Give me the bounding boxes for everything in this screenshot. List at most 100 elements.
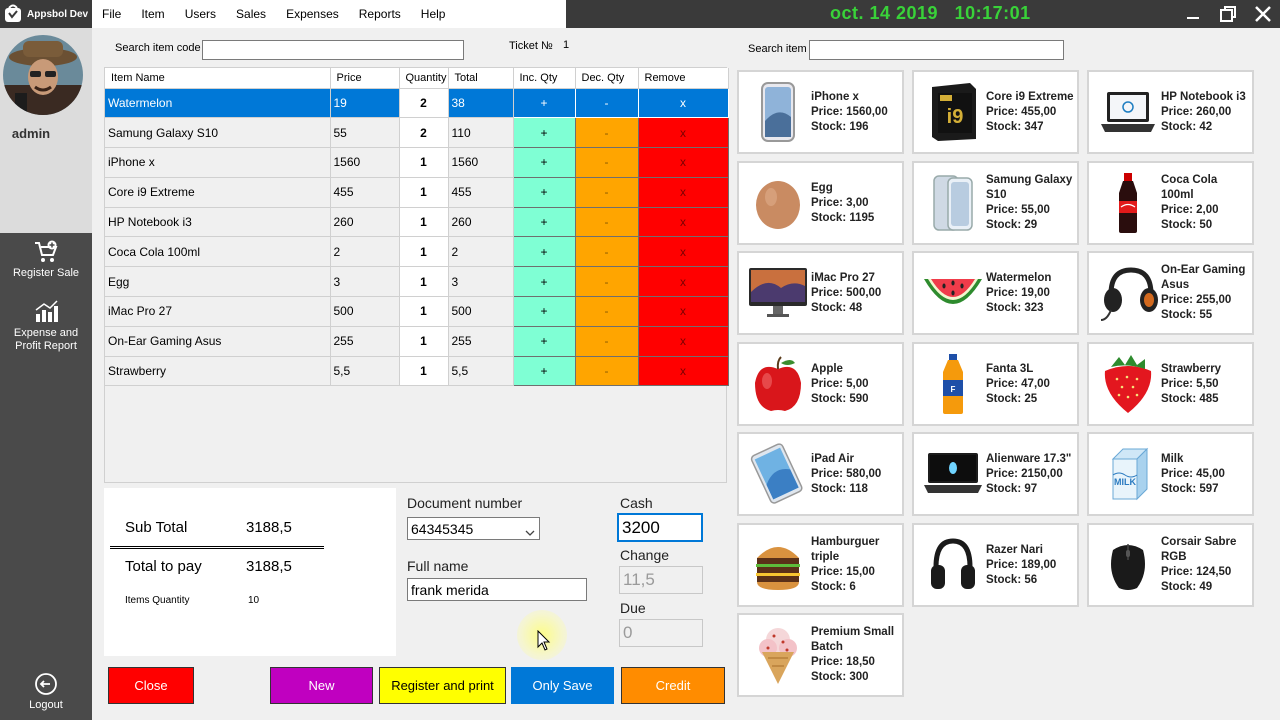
remove-item-button[interactable]: x <box>637 296 729 327</box>
remove-item-button[interactable]: x <box>637 236 729 268</box>
col-price[interactable]: Price <box>330 68 400 89</box>
menu-item[interactable]: Item <box>131 7 174 21</box>
menu-users[interactable]: Users <box>175 7 226 21</box>
menu-help[interactable]: Help <box>411 7 456 21</box>
col-quantity[interactable]: Quantity <box>399 68 449 89</box>
decrease-qty-button[interactable]: - <box>574 296 639 327</box>
cart-row[interactable]: Samung Galaxy S10 55 2 110 + - x <box>105 117 729 149</box>
remove-item-button[interactable]: x <box>637 325 729 357</box>
cart-row[interactable]: On-Ear Gaming Asus 255 1 255 + - x <box>105 325 729 357</box>
increase-qty-button[interactable]: + <box>512 296 576 327</box>
decrease-qty-button[interactable]: - <box>574 147 639 178</box>
remove-item-button[interactable]: x <box>637 355 729 387</box>
increase-qty-button[interactable]: + <box>512 236 576 268</box>
increase-qty-button[interactable]: + <box>512 355 576 387</box>
increase-qty-button[interactable]: + <box>512 176 576 208</box>
increase-qty-button[interactable]: + <box>512 325 576 357</box>
product-price: Price: 2150,00 <box>986 467 1063 480</box>
increase-qty-button[interactable]: + <box>512 266 576 298</box>
decrease-qty-button[interactable]: - <box>574 236 639 268</box>
report-label-line1: Expense and <box>13 327 79 339</box>
register-sale-label: Register Sale <box>12 267 80 279</box>
col-inc-qty[interactable]: Inc. Qty <box>513 68 576 89</box>
product-card[interactable]: Strawberry Price: 5,50 Stock: 485 <box>1087 342 1254 426</box>
decrease-qty-button[interactable]: - <box>574 355 639 387</box>
product-name: Samung Galaxy S10 <box>986 174 1073 201</box>
increase-qty-button[interactable]: + <box>512 87 576 119</box>
decrease-qty-button[interactable]: - <box>574 176 639 208</box>
product-card[interactable]: HP Notebook i3 Price: 260,00 Stock: 42 <box>1087 70 1254 154</box>
increase-qty-button[interactable]: + <box>512 147 576 178</box>
full-name-input[interactable]: frank merida <box>407 578 587 601</box>
close-window-icon[interactable] <box>1246 0 1280 28</box>
credit-button[interactable]: Credit <box>621 667 725 704</box>
minimize-icon[interactable] <box>1176 0 1210 28</box>
product-card[interactable]: Alienware 17.3" Price: 2150,00 Stock: 97 <box>912 432 1079 516</box>
remove-item-button[interactable]: x <box>637 147 729 178</box>
only-save-button[interactable]: Only Save <box>511 667 614 704</box>
col-dec-qty[interactable]: Dec. Qty <box>575 68 639 89</box>
new-button[interactable]: New <box>270 667 373 704</box>
product-card[interactable]: i9 Core i9 Extreme Price: 455,00 Stock: 347 <box>912 70 1079 154</box>
remove-item-button[interactable]: x <box>637 176 729 208</box>
cart-row[interactable]: HP Notebook i3 260 1 260 + - x <box>105 206 729 238</box>
decrease-qty-button[interactable]: - <box>574 117 639 149</box>
product-card[interactable]: Coca Cola 100ml Price: 2,00 Stock: 50 <box>1087 161 1254 245</box>
product-card[interactable]: iPhone x Price: 1560,00 Stock: 196 <box>737 70 904 154</box>
cart-row[interactable]: iPhone x 1560 1 1560 + - x <box>105 147 729 178</box>
cart-row[interactable]: Egg 3 1 3 + - x <box>105 266 729 298</box>
cart-row[interactable]: Core i9 Extreme 455 1 455 + - x <box>105 176 729 208</box>
product-card[interactable]: MILK Milk Price: 45,00 Stock: 597 <box>1087 432 1254 516</box>
col-item-name[interactable]: Item Name <box>105 68 331 89</box>
maximize-icon[interactable] <box>1211 0 1245 28</box>
decrease-qty-button[interactable]: - <box>574 325 639 357</box>
product-card[interactable]: Apple Price: 5,00 Stock: 590 <box>737 342 904 426</box>
product-card[interactable]: Egg Price: 3,00 Stock: 1195 <box>737 161 904 245</box>
due-value: 0 <box>623 623 633 642</box>
remove-item-button[interactable]: x <box>637 87 729 119</box>
product-card[interactable]: Razer Nari Price: 189,00 Stock: 56 <box>912 523 1079 607</box>
svg-text:MILK: MILK <box>1114 477 1136 487</box>
ice-cream-icon <box>745 621 811 689</box>
product-card[interactable]: Samung Galaxy S10 Price: 55,00 Stock: 29 <box>912 161 1079 245</box>
remove-item-button[interactable]: x <box>637 117 729 149</box>
register-sale-button[interactable]: Register Sale <box>0 236 92 290</box>
menu-file[interactable]: File <box>92 7 131 21</box>
cart-row[interactable]: Watermelon 19 2 38 + - x <box>105 87 729 119</box>
product-name: Watermelon <box>986 271 1052 284</box>
menu-sales[interactable]: Sales <box>226 7 276 21</box>
remove-item-button[interactable]: x <box>637 206 729 238</box>
cart-item-quantity: 1 <box>399 236 449 268</box>
col-total[interactable]: Total <box>448 68 514 89</box>
close-button[interactable]: Close <box>108 667 194 704</box>
cash-input[interactable]: 3200 <box>617 513 703 542</box>
register-and-print-button[interactable]: Register and print <box>379 667 506 704</box>
decrease-qty-button[interactable]: - <box>574 206 639 238</box>
expense-profit-report-button[interactable]: Expense and Profit Report <box>0 296 92 356</box>
product-card[interactable]: iPad Air Price: 580,00 Stock: 118 <box>737 432 904 516</box>
document-number-select[interactable]: 64345345 <box>407 517 540 540</box>
product-card[interactable]: On-Ear Gaming Asus Price: 255,00 Stock: 55 <box>1087 251 1254 335</box>
search-item-input[interactable] <box>809 40 1064 60</box>
increase-qty-button[interactable]: + <box>512 117 576 149</box>
menu-expenses[interactable]: Expenses <box>276 7 349 21</box>
menu-reports[interactable]: Reports <box>349 7 411 21</box>
product-card[interactable]: Watermelon Price: 19,00 Stock: 323 <box>912 251 1079 335</box>
product-card[interactable]: Corsair Sabre RGB Price: 124,50 Stock: 49 <box>1087 523 1254 607</box>
col-remove[interactable]: Remove <box>638 68 729 89</box>
decrease-qty-button[interactable]: - <box>574 266 639 298</box>
increase-qty-button[interactable]: + <box>512 206 576 238</box>
product-card[interactable]: Premium Small Batch Price: 18,50 Stock: 30… <box>737 613 904 697</box>
product-card[interactable]: F Fanta 3L Price: 47,00 Stock: 25 <box>912 342 1079 426</box>
cart-row[interactable]: Strawberry 5,5 1 5,5 + - x <box>105 355 729 387</box>
subtotal-label: Sub Total <box>125 519 188 536</box>
decrease-qty-button[interactable]: - <box>574 87 639 119</box>
logout-button[interactable]: Logout <box>0 668 92 714</box>
product-card[interactable]: Hamburguer triple Price: 15,00 Stock: 6 <box>737 523 904 607</box>
cart-row[interactable]: Coca Cola 100ml 2 1 2 + - x <box>105 236 729 268</box>
cart-row[interactable]: iMac Pro 27 500 1 500 + - x <box>105 296 729 327</box>
search-code-input[interactable] <box>202 40 464 60</box>
remove-item-button[interactable]: x <box>637 266 729 298</box>
cart-item-name: Core i9 Extreme <box>105 177 331 208</box>
product-card[interactable]: iMac Pro 27 Price: 500,00 Stock: 48 <box>737 251 904 335</box>
